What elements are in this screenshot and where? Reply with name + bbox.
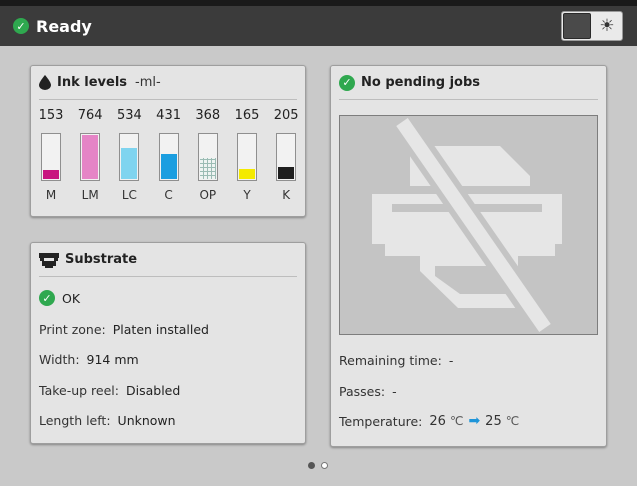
ink-level-value: 153 xyxy=(38,108,64,123)
page-dot-2[interactable] xyxy=(321,462,328,469)
ink-level-value: 764 xyxy=(77,108,103,123)
page-dot-1[interactable] xyxy=(308,462,315,469)
sun-icon[interactable]: ☀ xyxy=(592,12,622,40)
check-icon: ✓ xyxy=(339,74,355,91)
check-icon: ✓ xyxy=(39,290,55,306)
ink-color-label: LM xyxy=(81,188,99,202)
length-left-value: Unknown xyxy=(117,413,176,428)
temperature-label: Temperature: xyxy=(339,413,423,429)
ink-level-value: 431 xyxy=(156,108,181,123)
remaining-time-row: Remaining time: - xyxy=(339,353,453,368)
arrow-right-icon: ➡ xyxy=(468,413,481,429)
substrate-header: Substrate xyxy=(39,243,297,277)
ink-levels-title: Ink levels xyxy=(57,75,128,90)
ink-color-label: Y xyxy=(243,188,251,202)
ink-level-bar xyxy=(80,133,101,181)
ink-level-bar xyxy=(158,133,179,181)
temperature-row: Temperature: 26 ℃ ➡ 25 ℃ xyxy=(339,413,519,429)
dark-mode-option[interactable] xyxy=(563,13,591,39)
ink-levels-card[interactable]: Ink levels -ml- 153 M 764 LM 534 LC 431 C 368 OP 1… xyxy=(30,65,306,217)
passes-label: Passes: xyxy=(339,384,386,399)
printer-status: Ready xyxy=(36,16,92,36)
no-jobs-illustration xyxy=(339,115,598,335)
takeup-reel-row: Take-up reel: Disabled xyxy=(39,383,180,398)
temperature-target: 25 xyxy=(485,413,502,429)
temperature-unit: ℃ xyxy=(449,414,464,428)
ink-level-bar xyxy=(119,133,140,181)
print-zone-value: Platen installed xyxy=(112,322,209,337)
jobs-card[interactable]: ✓ No pending jobs Remaining time: - Pass… xyxy=(330,65,607,447)
ink-color-label: K xyxy=(282,188,291,202)
ink-cartridge[interactable]: 368 OP xyxy=(190,108,226,202)
ink-level-bar xyxy=(41,133,61,181)
ink-level-fill xyxy=(82,135,99,179)
status-bar: ✓ Ready ☀ xyxy=(0,6,637,46)
ink-level-fill xyxy=(160,154,177,179)
remaining-time-value: - xyxy=(448,353,454,368)
ink-color-label: M xyxy=(45,188,57,202)
temperature-unit: ℃ xyxy=(505,414,520,428)
substrate-icon xyxy=(39,252,59,268)
ink-level-bar xyxy=(197,133,218,181)
ink-drop-icon xyxy=(39,75,51,90)
ink-level-bar xyxy=(276,133,297,181)
ink-level-value: 368 xyxy=(195,108,221,123)
ink-levels-header: Ink levels -ml- xyxy=(39,66,297,100)
passes-row: Passes: - xyxy=(339,384,397,399)
remaining-time-label: Remaining time: xyxy=(339,353,442,368)
ink-level-value: 534 xyxy=(116,108,142,123)
width-value: 914 mm xyxy=(86,352,139,367)
print-zone-row: Print zone: Platen installed xyxy=(39,322,209,337)
ink-cartridge[interactable]: 205 K xyxy=(268,108,304,202)
ink-color-label: C xyxy=(164,188,173,202)
ink-color-label: OP xyxy=(199,188,217,202)
ink-level-fill xyxy=(121,148,138,179)
passes-value: - xyxy=(392,384,397,399)
width-label: Width: xyxy=(39,352,80,367)
page-indicator xyxy=(308,462,328,469)
ink-cartridge[interactable]: 165 Y xyxy=(229,108,265,202)
substrate-card[interactable]: Substrate ✓ OK Print zone: Platen instal… xyxy=(30,242,306,444)
ink-level-bar xyxy=(237,133,257,181)
check-icon: ✓ xyxy=(13,18,29,34)
ink-units: -ml- xyxy=(135,75,161,90)
takeup-reel-label: Take-up reel: xyxy=(39,383,119,398)
theme-toggle[interactable]: ☀ xyxy=(561,11,623,41)
ink-level-fill xyxy=(239,169,255,179)
jobs-title: No pending jobs xyxy=(361,75,480,90)
ink-level-fill xyxy=(278,167,295,179)
ink-level-value: 205 xyxy=(273,108,299,123)
ink-cartridge[interactable]: 764 LM xyxy=(72,108,108,202)
ink-cartridge[interactable]: 153 M xyxy=(33,108,69,202)
temperature-current: 26 xyxy=(429,413,446,429)
substrate-title: Substrate xyxy=(65,252,138,267)
width-row: Width: 914 mm xyxy=(39,352,139,367)
jobs-header: ✓ No pending jobs xyxy=(339,66,598,100)
ink-color-label: LC xyxy=(121,188,137,202)
no-print-jobs-icon xyxy=(372,116,562,334)
ink-cartridge[interactable]: 534 LC xyxy=(111,108,147,202)
ink-level-value: 165 xyxy=(234,108,260,123)
substrate-status-row: ✓ OK xyxy=(39,290,80,306)
print-zone-label: Print zone: xyxy=(39,322,106,337)
ink-level-fill xyxy=(199,158,216,179)
ink-level-fill xyxy=(43,170,59,179)
ink-cartridge[interactable]: 431 C xyxy=(151,108,187,202)
substrate-status: OK xyxy=(62,290,81,306)
length-left-row: Length left: Unknown xyxy=(39,413,176,428)
takeup-reel-value: Disabled xyxy=(125,383,181,398)
length-left-label: Length left: xyxy=(39,413,111,428)
